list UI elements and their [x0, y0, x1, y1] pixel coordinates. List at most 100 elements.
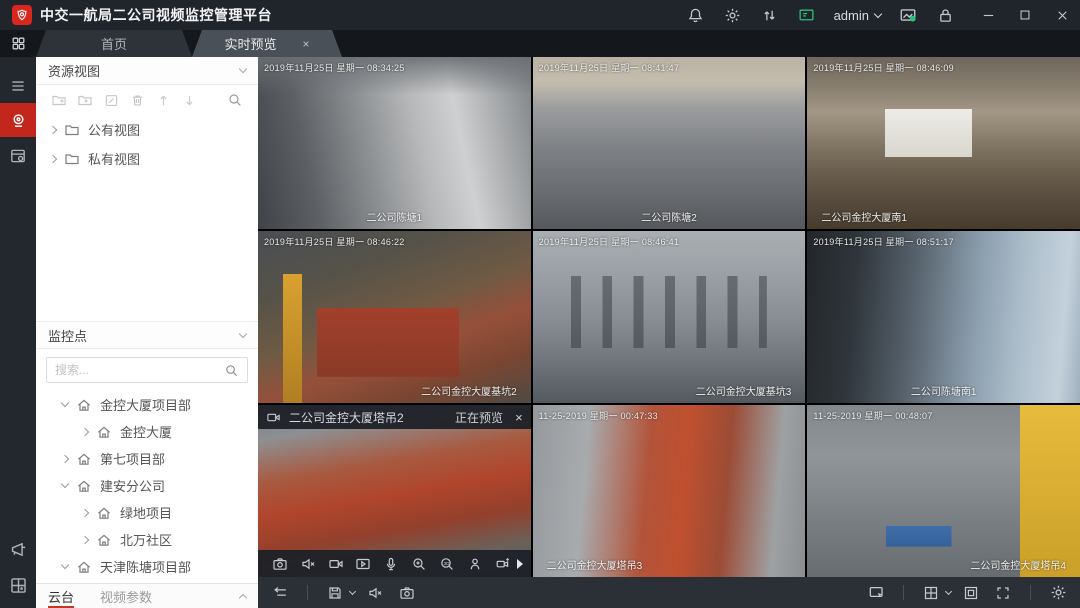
delete-icon[interactable]	[124, 89, 150, 111]
camera-tile-9[interactable]: 11-25-2019 星期一 00:48:07 二公司金控大厦塔吊4	[807, 405, 1080, 577]
layout-grid-button[interactable]	[919, 581, 951, 605]
chevron-right-icon[interactable]	[81, 427, 89, 435]
camera-tile-8[interactable]: 11-25-2019 星期一 00:47:33 二公司金控大厦塔吊3	[533, 405, 806, 577]
add-view-icon[interactable]	[72, 89, 98, 111]
status-bar	[258, 577, 1080, 608]
panel-bottom-tabs: 云台 视频参数	[36, 583, 258, 608]
chevron-right-icon[interactable]	[61, 454, 69, 462]
stream-sort-icon[interactable]	[760, 5, 780, 25]
select-window-icon[interactable]	[864, 581, 888, 605]
close-camera-icon[interactable]: ×	[515, 411, 523, 424]
tab-close-icon[interactable]: ×	[303, 38, 310, 50]
ptz-control-icon[interactable]	[489, 552, 517, 576]
search-icon[interactable]	[222, 89, 248, 111]
digital-zoom-icon[interactable]	[405, 552, 433, 576]
minimize-button[interactable]	[978, 5, 998, 25]
camera-icon	[266, 410, 281, 425]
user-menu[interactable]: admin	[834, 8, 881, 23]
tab-home[interactable]: 首页	[36, 30, 192, 57]
tab-ptz[interactable]: 云台	[48, 584, 74, 608]
more-tools-icon[interactable]	[517, 559, 523, 569]
camera-label: 二公司金控大厦塔吊3	[533, 557, 806, 572]
stream-toggle-icon[interactable]	[268, 581, 292, 605]
camera-tile-3[interactable]: 2019年11月25日 星期一 08:46:09 二公司金控大厦南1	[807, 57, 1080, 229]
tree-item-site[interactable]: 北万社区	[36, 526, 258, 553]
save-view-button[interactable]	[323, 581, 355, 605]
settings-gear-icon[interactable]	[723, 5, 743, 25]
tree-item-site[interactable]: 天津陈塘项目部	[36, 553, 258, 580]
camera-timestamp: 2019年11月25日 星期一 08:41:47	[539, 61, 680, 74]
tree-item-label: 金控大厦项目部	[100, 395, 191, 414]
move-up-icon[interactable]	[150, 89, 176, 111]
live-view-icon[interactable]	[0, 103, 36, 137]
resource-view-header[interactable]: 资源视图	[36, 57, 258, 85]
monitor-tree: 金控大厦项目部 金控大厦 第七项目部 建安分公司 绿地项目	[36, 391, 258, 583]
chevron-right-icon[interactable]	[49, 125, 57, 133]
search-input[interactable]	[55, 363, 224, 377]
app-title: 中交一航局二公司视频监控管理平台	[40, 5, 272, 25]
chevron-right-icon[interactable]	[81, 508, 89, 516]
tree-item-site[interactable]: 金控大厦	[36, 418, 258, 445]
resource-layout-icon[interactable]	[0, 139, 36, 173]
camera-tile-2[interactable]: 2019年11月25日 星期一 08:41:47 二公司陈塘2	[533, 57, 806, 229]
chevron-right-icon[interactable]	[49, 154, 57, 162]
camera-tile-1[interactable]: 2019年11月25日 星期一 08:34:25 二公司陈塘1	[258, 57, 531, 229]
bell-icon[interactable]	[686, 5, 706, 25]
monitor-points-header[interactable]: 监控点	[36, 321, 258, 349]
tree-item-site[interactable]: 建安分公司	[36, 472, 258, 499]
mute-icon[interactable]	[294, 552, 322, 576]
chevron-right-icon[interactable]	[81, 535, 89, 543]
camera-tile-5[interactable]: 2019年11月25日 星期一 08:46:41 二公司金控大厦基坑3	[533, 231, 806, 403]
preset-icon[interactable]	[461, 552, 489, 576]
lock-icon[interactable]	[935, 5, 955, 25]
chevron-down-icon[interactable]	[61, 399, 69, 407]
camera-timestamp: 11-25-2019 星期一 00:47:33	[539, 409, 658, 422]
camera-title: 二公司金控大厦塔吊2	[289, 409, 404, 426]
move-down-icon[interactable]	[176, 89, 202, 111]
camera-timestamp: 2019年11月25日 星期一 08:34:25	[264, 61, 405, 74]
snapshot-icon[interactable]	[266, 552, 294, 576]
camera-label: 二公司陈塘2	[533, 209, 806, 224]
camera-tile-4[interactable]: 2019年11月25日 星期一 08:46:22 二公司金控大厦基坑2	[258, 231, 531, 403]
app-logo-icon	[12, 5, 32, 25]
chevron-down-icon[interactable]	[61, 561, 69, 569]
tv-wall-icon[interactable]	[797, 5, 817, 25]
tab-home-label: 首页	[101, 34, 127, 53]
camera-tile-7-selected[interactable]: 二公司金控大厦塔吊2 正在预览 ×	[258, 405, 531, 577]
snapshot-all-icon[interactable]	[395, 581, 419, 605]
menu-icon[interactable]	[0, 69, 36, 103]
chevron-down-icon[interactable]	[61, 480, 69, 488]
mute-all-icon[interactable]	[363, 581, 387, 605]
tab-live-label: 实时预览	[224, 34, 276, 53]
tab-video-params[interactable]: 视频参数	[100, 584, 152, 608]
zoom-3d-icon[interactable]	[433, 552, 461, 576]
settings-gear-icon[interactable]	[1046, 581, 1070, 605]
tree-item-private-views[interactable]: 私有视图	[36, 144, 258, 173]
maximize-button[interactable]	[1015, 5, 1035, 25]
video-grid: 2019年11月25日 星期一 08:34:25 二公司陈塘1 2019年11月…	[258, 57, 1080, 577]
record-icon[interactable]	[322, 552, 350, 576]
fullscreen-icon[interactable]	[991, 581, 1015, 605]
apps-grid-icon[interactable]	[0, 30, 36, 57]
broadcast-horn-icon[interactable]	[0, 532, 36, 566]
collapse-panel-icon[interactable]	[239, 593, 247, 601]
add-group-icon[interactable]	[46, 89, 72, 111]
tab-live-preview[interactable]: 实时预览 ×	[192, 30, 342, 57]
tree-item-public-views[interactable]: 公有视图	[36, 115, 258, 144]
close-button[interactable]	[1052, 5, 1072, 25]
tree-item-site[interactable]: 绿地项目	[36, 499, 258, 526]
search-icon[interactable]	[224, 363, 239, 378]
playback-icon[interactable]	[350, 552, 378, 576]
camera-tile-6[interactable]: 2019年11月25日 星期一 08:51:17 二公司陈塘南1	[807, 231, 1080, 403]
home-icon	[76, 559, 92, 575]
resource-toolbar	[36, 85, 258, 115]
matrix-grid-icon[interactable]	[0, 568, 36, 602]
tree-item-site[interactable]: 第七项目部	[36, 445, 258, 472]
camera-timestamp: 2019年11月25日 星期一 08:51:17	[813, 235, 954, 248]
screenshot-status-icon[interactable]	[898, 5, 918, 25]
edit-icon[interactable]	[98, 89, 124, 111]
talk-mic-icon[interactable]	[377, 552, 405, 576]
single-screen-icon[interactable]	[959, 581, 983, 605]
tree-item-site[interactable]: 金控大厦项目部	[36, 391, 258, 418]
camera-timestamp: 2019年11月25日 星期一 08:46:22	[264, 235, 405, 248]
